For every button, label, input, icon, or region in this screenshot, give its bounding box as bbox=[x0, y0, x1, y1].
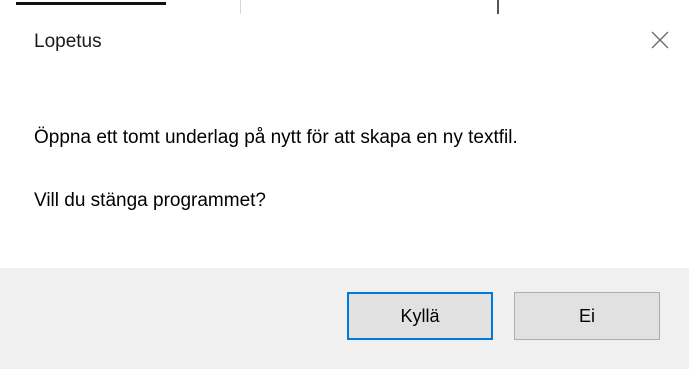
background-clipped-text bbox=[16, 0, 166, 5]
dialog-button-bar: Kyllä Ei bbox=[0, 268, 689, 369]
close-button[interactable] bbox=[641, 26, 679, 58]
dialog-title-bar: Lopetus bbox=[0, 14, 689, 74]
exit-dialog: Lopetus Öppna ett tomt underlag på nytt … bbox=[0, 14, 689, 369]
dialog-title: Lopetus bbox=[34, 31, 102, 52]
no-button[interactable]: Ei bbox=[514, 292, 660, 340]
background-window-strip bbox=[0, 0, 689, 15]
background-cell bbox=[0, 0, 241, 14]
yes-button[interactable]: Kyllä bbox=[347, 292, 493, 340]
background-cell bbox=[241, 0, 499, 14]
close-icon bbox=[650, 30, 670, 55]
dialog-message: Öppna ett tomt underlag på nytt för att … bbox=[34, 127, 518, 148]
dialog-question: Vill du stänga programmet? bbox=[34, 190, 266, 211]
